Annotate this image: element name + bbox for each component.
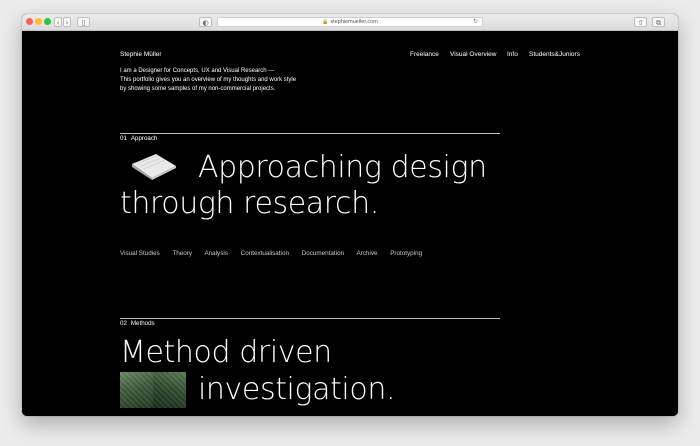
methods-headline-line-2: investigation. xyxy=(198,372,396,407)
sidebar-button[interactable]: ▯ xyxy=(77,17,90,27)
tabs-button[interactable]: ⧉ xyxy=(652,17,665,27)
section-divider xyxy=(120,318,500,319)
tabs-icon: ⧉ xyxy=(656,19,661,27)
forward-button[interactable]: › xyxy=(63,17,71,27)
tag-link[interactable]: Documentation xyxy=(302,250,344,257)
section-label-methods: 02 Methods xyxy=(120,320,155,327)
share-icon: ⇧ xyxy=(637,19,644,27)
browser-toolbar: ‹ › ▯ ◐ 🔒 stephiemueller.com ↻ ⇧ ⧉ xyxy=(22,14,678,31)
tag-link[interactable]: Analysis xyxy=(204,250,227,257)
approach-tags: Visual Studies Theory Analysis Contextua… xyxy=(120,250,433,257)
close-window-button[interactable] xyxy=(26,18,33,25)
shield-icon: ◐ xyxy=(202,19,209,27)
privacy-button[interactable]: ◐ xyxy=(199,17,212,27)
approach-headline-line-1: Approaching design xyxy=(198,150,487,185)
address-url: stephiemueller.com xyxy=(330,19,378,25)
section-label-approach: 01 Approach xyxy=(120,135,157,142)
nav-visual-overview[interactable]: Visual Overview xyxy=(450,51,496,58)
approach-headline-line-2: through research. xyxy=(120,186,379,221)
tag-link[interactable]: Prototyping xyxy=(390,250,422,257)
chevron-left-icon: ‹ xyxy=(56,19,60,27)
browser-window: ‹ › ▯ ◐ 🔒 stephiemueller.com ↻ ⇧ ⧉ Stephi… xyxy=(22,14,678,416)
nav-freelance[interactable]: Freelance xyxy=(410,51,439,58)
site-brand[interactable]: Stephie Müller xyxy=(120,51,162,58)
book-image xyxy=(132,154,176,180)
nav-students-juniors[interactable]: Students&Juniors xyxy=(529,51,580,58)
tag-link[interactable]: Visual Studies xyxy=(120,250,160,257)
address-bar[interactable]: 🔒 stephiemueller.com ↻ xyxy=(217,17,483,27)
section-divider xyxy=(120,133,500,134)
methods-thumbnail[interactable] xyxy=(153,372,186,408)
lock-icon: 🔒 xyxy=(322,19,329,25)
tag-link[interactable]: Contextualisation xyxy=(241,250,289,257)
section-title: Approach xyxy=(130,135,158,142)
intro-line: by showing some samples of my non-commer… xyxy=(120,86,276,92)
nav-info[interactable]: Info xyxy=(507,51,518,58)
reload-icon[interactable]: ↻ xyxy=(473,18,478,27)
share-button[interactable]: ⇧ xyxy=(634,17,647,27)
methods-headline-line-1: Method driven xyxy=(120,335,332,370)
section-number: 02 xyxy=(120,320,127,327)
intro-text: I am a Designer for Concepts, UX and Vis… xyxy=(120,67,340,94)
section-title: Methods xyxy=(130,320,155,327)
minimize-window-button[interactable] xyxy=(35,18,42,25)
tag-link[interactable]: Theory xyxy=(172,250,192,257)
intro-line: This portfolio gives you an overview of … xyxy=(120,77,297,83)
sidebar-icon: ▯ xyxy=(81,19,86,27)
chevron-right-icon: › xyxy=(65,19,69,27)
zoom-window-button[interactable] xyxy=(44,18,51,25)
methods-thumbnail[interactable] xyxy=(120,372,153,408)
intro-line: I am a Designer for Concepts, UX and Vis… xyxy=(120,68,275,74)
tag-link[interactable]: Archive xyxy=(356,250,377,257)
page-content: Stephie Müller Freelance Visual Overview… xyxy=(22,31,678,416)
back-button[interactable]: ‹ xyxy=(54,17,62,27)
section-number: 01 xyxy=(120,135,127,142)
